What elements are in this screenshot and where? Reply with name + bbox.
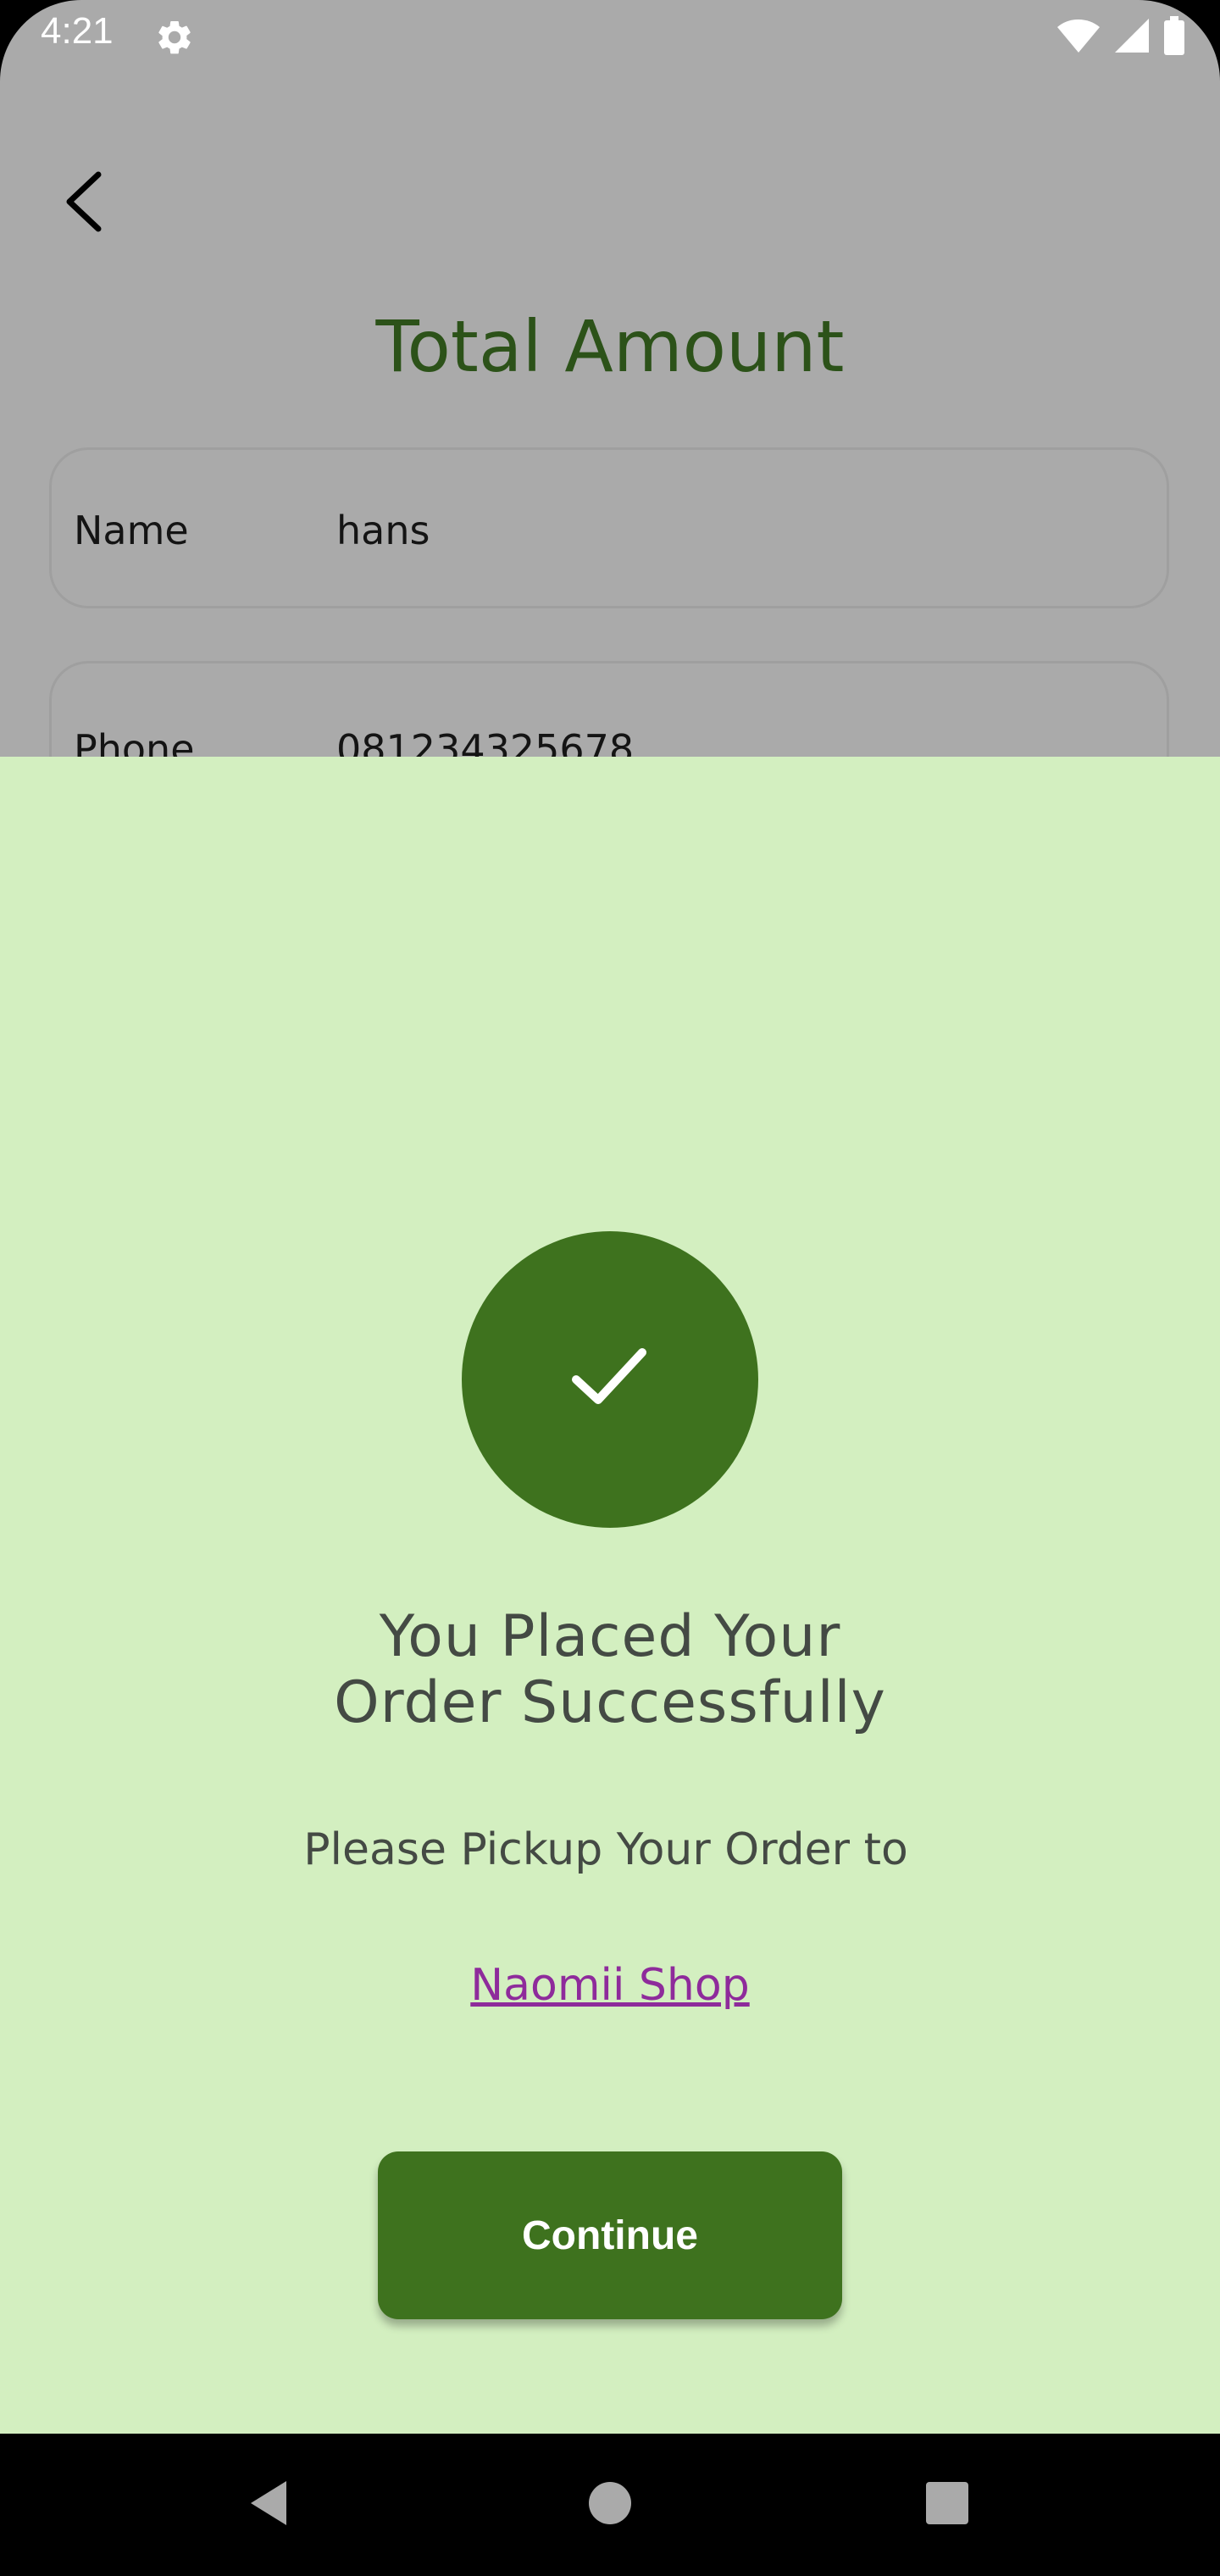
status-icons (1056, 15, 1186, 59)
nav-recents-button[interactable] (905, 2462, 990, 2547)
page-title: Total Amount (375, 305, 845, 388)
success-badge (462, 1231, 758, 1528)
recents-nav-icon (924, 2480, 970, 2529)
name-value: hans (336, 508, 430, 553)
status-time: 4:21 (41, 10, 114, 52)
shop-link[interactable]: Naomii Shop (0, 1960, 1220, 2011)
back-nav-icon (244, 2478, 295, 2532)
name-field: Name hans (49, 447, 1169, 608)
gear-icon (154, 17, 195, 58)
navigation-bar (0, 2434, 1220, 2576)
order-success-sheet: You Placed Your Order Successfully Pleas… (0, 757, 1220, 2434)
pickup-instruction: Please Pickup Your Order to (303, 1824, 908, 1875)
continue-button[interactable]: Continue (378, 2151, 842, 2319)
chevron-left-icon (59, 168, 110, 239)
phone-screen: 4:21 Total Amount Name hans Phone 081234… (0, 0, 1220, 2576)
signal-icon (1113, 17, 1151, 58)
nav-back-button[interactable] (227, 2462, 312, 2547)
back-button[interactable] (51, 161, 119, 246)
checkout-page: 4:21 Total Amount Name hans Phone 081234… (0, 0, 1220, 822)
check-icon (568, 1344, 652, 1415)
success-title: You Placed Your Order Successfully (334, 1603, 886, 1736)
name-label: Name (74, 508, 189, 553)
status-bar: 4:21 (0, 0, 1220, 76)
battery-icon (1162, 16, 1186, 58)
home-nav-icon (587, 2480, 633, 2529)
wifi-icon (1056, 17, 1101, 58)
nav-home-button[interactable] (568, 2462, 652, 2547)
